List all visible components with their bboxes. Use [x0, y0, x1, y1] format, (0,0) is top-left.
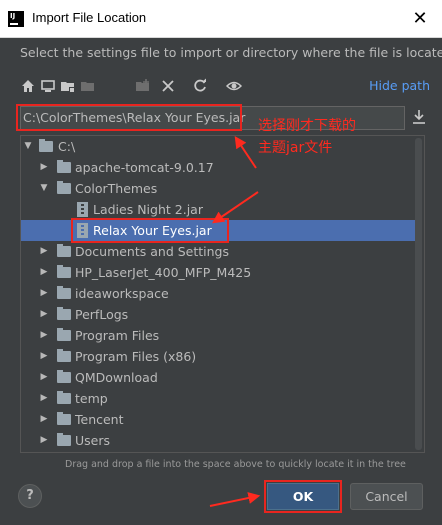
arrow-to-path-field: [234, 136, 257, 169]
annotation-arrows: [209, 136, 261, 507]
arrow-to-selected-file: [212, 191, 259, 224]
arrow-to-ok-button: [209, 492, 261, 507]
